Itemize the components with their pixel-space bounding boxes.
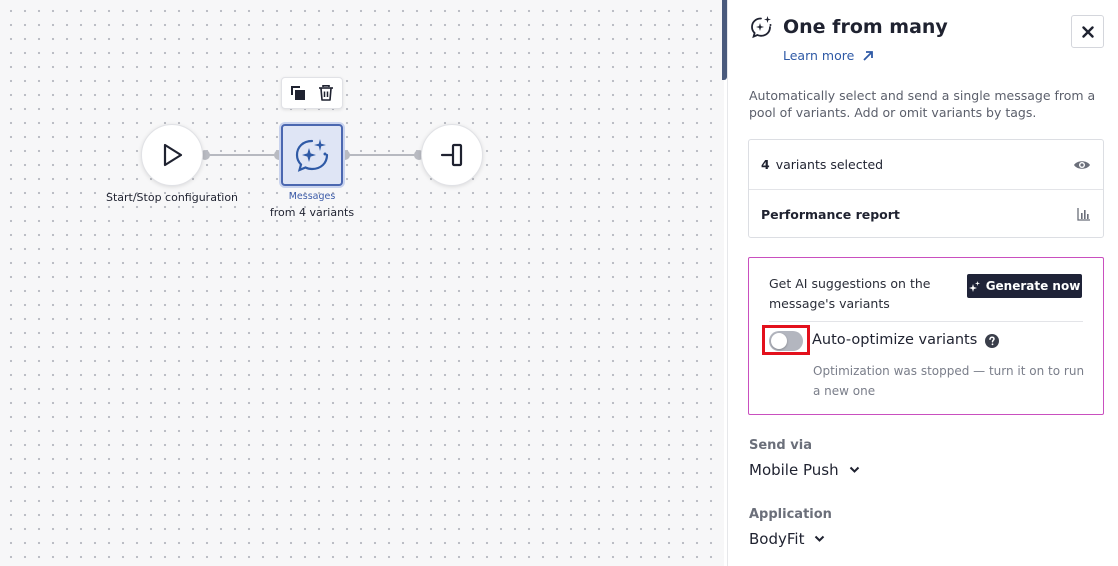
panel-title: One from many (783, 16, 948, 38)
sparkle-icon (968, 280, 980, 292)
messages-node-type: Messages (288, 191, 336, 202)
exit-icon (440, 143, 463, 167)
start-node-label: Start/Stop configuration (105, 191, 239, 204)
send-via-label: Send via (749, 438, 812, 453)
connector-start-messages (205, 154, 279, 156)
chevron-down-icon (815, 535, 825, 542)
application-dropdown[interactable]: BodyFit (749, 530, 825, 548)
eye-icon[interactable] (1073, 159, 1091, 171)
messages-node-label: from 4 variants (269, 206, 355, 219)
optimization-status: Optimization was stopped — turn it on to… (813, 364, 1085, 398)
ai-suggestions-card: Get AI suggestions on the message's vari… (748, 257, 1104, 415)
learn-more-link[interactable]: Learn more (783, 48, 874, 63)
variants-card: 4 variants selected Performance report (748, 139, 1104, 238)
variants-selected-row[interactable]: 4 variants selected (749, 140, 1103, 189)
help-icon[interactable] (985, 334, 999, 348)
delete-button[interactable] (315, 82, 337, 104)
variants-selected-text: 4 variants selected (761, 157, 883, 172)
node-toolbar (281, 77, 343, 109)
application-value: BodyFit (749, 530, 805, 548)
settings-panel: One from many Learn more Automatically s… (727, 0, 1118, 566)
workflow-canvas[interactable]: Start/Stop configuration Messages from 4… (0, 0, 724, 566)
auto-optimize-label: Auto-optimize variants (812, 332, 978, 348)
copy-icon (291, 86, 306, 100)
performance-report-row[interactable]: Performance report (749, 189, 1103, 238)
start-node[interactable] (141, 124, 203, 186)
duplicate-button[interactable] (287, 82, 309, 104)
close-button[interactable] (1071, 15, 1104, 48)
application-label: Application (749, 507, 832, 522)
ai-message-icon (751, 16, 772, 39)
toggle-knob (771, 333, 787, 349)
send-via-value: Mobile Push (749, 461, 839, 479)
divider (769, 321, 1083, 322)
bar-chart-icon (1077, 208, 1090, 221)
learn-more-label: Learn more (783, 48, 855, 63)
panel-description: Automatically select and send a single m… (749, 88, 1096, 120)
variants-label: variants selected (775, 157, 884, 172)
close-icon (1081, 25, 1094, 38)
messages-node[interactable] (281, 124, 343, 186)
ai-suggestions-text: Get AI suggestions on the message's vari… (769, 276, 931, 311)
trash-icon (318, 85, 333, 101)
chevron-down-icon (849, 466, 859, 473)
end-node[interactable] (421, 124, 483, 186)
ai-message-icon (295, 139, 329, 172)
send-via-dropdown[interactable]: Mobile Push (749, 461, 860, 479)
connector-messages-end (345, 154, 419, 156)
generate-now-label: Generate now (985, 279, 1081, 293)
external-link-icon (863, 50, 874, 61)
variants-count: 4 (761, 157, 770, 172)
play-icon (163, 143, 183, 167)
performance-report-label: Performance report (761, 206, 900, 222)
auto-optimize-toggle[interactable] (769, 331, 803, 351)
generate-now-button[interactable]: Generate now (967, 274, 1082, 298)
